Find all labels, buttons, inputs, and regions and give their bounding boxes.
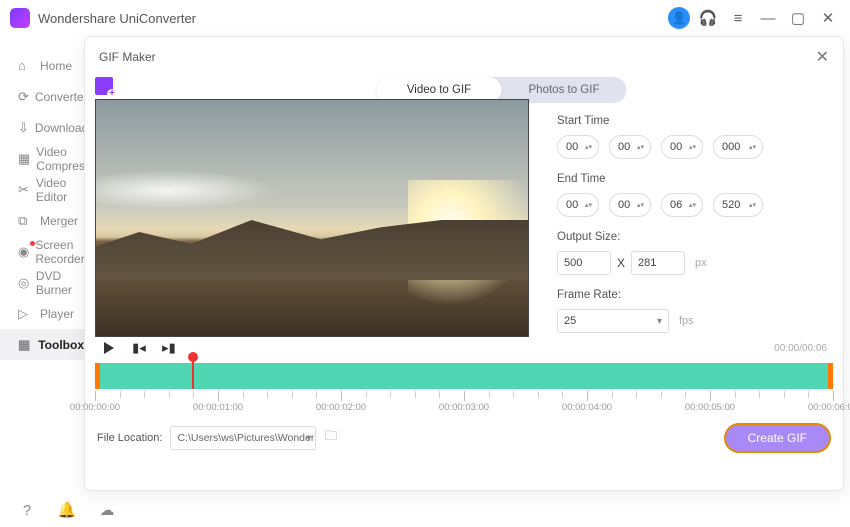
footer: ? 🔔 ☁ xyxy=(0,493,850,527)
stepper-arrows-icon[interactable]: ▴▾ xyxy=(585,136,595,158)
sidebar-item-merger[interactable]: ⧉ Merger xyxy=(0,205,84,236)
stepper-arrows-icon[interactable]: ▴▾ xyxy=(637,194,647,216)
stepper-arrows-icon[interactable]: ▴▾ xyxy=(689,194,699,216)
prev-frame-button[interactable]: ▮◂ xyxy=(131,340,147,356)
titlebar: Wondershare UniConverter 👤 🎧 ≡ — ▢ ✕ xyxy=(0,0,850,36)
video-preview[interactable] xyxy=(95,99,529,337)
sidebar-item-label: Home xyxy=(40,59,72,73)
sidebar-item-home[interactable]: ⌂ Home xyxy=(0,50,84,81)
compress-icon: ▦ xyxy=(18,151,30,167)
sidebar-item-recorder[interactable]: ◉ Screen Recorder xyxy=(0,236,84,267)
menu-icon[interactable]: ≡ xyxy=(726,6,750,30)
end-second-input[interactable]: 06▴▾ xyxy=(661,193,703,217)
download-icon: ⇩ xyxy=(18,120,29,136)
dialog-title: GIF Maker xyxy=(99,50,816,64)
stepper-arrows-icon[interactable]: ▴▾ xyxy=(749,194,759,216)
sidebar-item-label: DVD Burner xyxy=(36,269,84,297)
gif-maker-dialog: GIF Maker ✕ Video to GIF Photos to GIF S… xyxy=(84,36,844,491)
output-size-label: Output Size: xyxy=(557,231,833,243)
dialog-close-button[interactable]: ✕ xyxy=(816,47,829,67)
sidebar-item-compressor[interactable]: ▦Video Compressor xyxy=(0,143,84,174)
playback-time: 00:00/00:06 xyxy=(774,343,827,354)
cloud-icon[interactable]: ☁ xyxy=(96,501,118,519)
parameters-panel: Start Time 00▴▾ 00▴▾ 00▴▾ 000▴▾ End Time… xyxy=(529,77,833,337)
timeline-scale: 00:00:00:0000:00:01:0000:00:02:0000:00:0… xyxy=(95,391,833,417)
maximize-button[interactable]: ▢ xyxy=(786,6,810,30)
timeline-tick-label: 00:00:00:00 xyxy=(70,402,120,413)
output-width-input[interactable]: 500 xyxy=(557,251,611,275)
app-title: Wondershare UniConverter xyxy=(38,11,196,26)
end-ms-input[interactable]: 520▴▾ xyxy=(713,193,763,217)
start-time-label: Start Time xyxy=(557,115,833,127)
sidebar-item-player[interactable]: ▷ Player xyxy=(0,298,84,329)
start-second-input[interactable]: 00▴▾ xyxy=(661,135,703,159)
timeline-tick-label: 00:00:02:00 xyxy=(316,402,366,413)
frame-rate-select[interactable]: 25 xyxy=(557,309,669,333)
timeline[interactable]: 00:00:00:0000:00:01:0000:00:02:0000:00:0… xyxy=(95,363,833,417)
playhead[interactable] xyxy=(192,356,194,389)
scissors-icon: ✂ xyxy=(18,182,30,198)
toolbox-icon: ▦ xyxy=(18,337,32,353)
timeline-tick-label: 00:00:01:00 xyxy=(193,402,243,413)
end-minute-input[interactable]: 00▴▾ xyxy=(609,193,651,217)
help-icon[interactable]: ? xyxy=(16,502,38,519)
timeline-range[interactable] xyxy=(95,363,833,389)
playback-controls: ▮◂ ▸▮ 00:00/00:06 xyxy=(95,337,833,359)
stepper-arrows-icon[interactable]: ▴▾ xyxy=(637,136,647,158)
start-minute-input[interactable]: 00▴▾ xyxy=(609,135,651,159)
fps-unit: fps xyxy=(679,315,694,327)
home-icon: ⌂ xyxy=(18,58,34,73)
timeline-tick-label: 00:00:05:00 xyxy=(685,402,735,413)
add-media-button[interactable] xyxy=(95,77,113,95)
sidebar-item-downloader[interactable]: ⇩Downloader xyxy=(0,112,84,143)
close-button[interactable]: ✕ xyxy=(816,6,840,30)
sidebar-item-editor[interactable]: ✂ Video Editor xyxy=(0,174,84,205)
sidebar-item-label: Merger xyxy=(40,214,78,228)
bell-icon[interactable]: 🔔 xyxy=(56,501,78,519)
play-button[interactable] xyxy=(101,340,117,356)
output-height-input[interactable]: 281 xyxy=(631,251,685,275)
file-location-label: File Location: xyxy=(97,432,162,444)
size-unit: px xyxy=(695,257,707,269)
app-logo xyxy=(10,8,30,28)
create-gif-button[interactable]: Create GIF xyxy=(724,423,831,453)
merge-icon: ⧉ xyxy=(18,213,34,229)
stepper-arrows-icon[interactable]: ▴▾ xyxy=(749,136,759,158)
convert-icon: ⟳ xyxy=(18,89,29,105)
user-avatar-icon[interactable]: 👤 xyxy=(668,7,690,29)
sidebar: ⌂ Home ⟳Converter ⇩Downloader ▦Video Comp… xyxy=(0,36,84,493)
record-icon: ◉ xyxy=(18,244,29,260)
headset-icon[interactable]: 🎧 xyxy=(696,6,720,30)
start-ms-input[interactable]: 000▴▾ xyxy=(713,135,763,159)
stepper-arrows-icon[interactable]: ▴▾ xyxy=(585,194,595,216)
end-time-label: End Time xyxy=(557,173,833,185)
sidebar-item-converter[interactable]: ⟳Converter xyxy=(0,81,84,112)
stepper-arrows-icon[interactable]: ▴▾ xyxy=(689,136,699,158)
timeline-tick-label: 00:00:03:00 xyxy=(439,402,489,413)
open-folder-button[interactable]: 🗀 xyxy=(324,427,337,449)
play-icon xyxy=(104,342,114,354)
dialog-header: GIF Maker ✕ xyxy=(85,37,843,77)
size-separator: X xyxy=(617,256,625,270)
sidebar-item-dvd[interactable]: ◎ DVD Burner xyxy=(0,267,84,298)
start-hour-input[interactable]: 00▴▾ xyxy=(557,135,599,159)
frame-rate-label: Frame Rate: xyxy=(557,289,833,301)
sidebar-item-label: Converter xyxy=(35,90,88,104)
sidebar-item-label: Screen Recorder xyxy=(35,238,84,266)
sidebar-item-label: Video Editor xyxy=(36,176,84,204)
end-hour-input[interactable]: 00▴▾ xyxy=(557,193,599,217)
player-icon: ▷ xyxy=(18,306,34,322)
timeline-tick-label: 00:00:04:00 xyxy=(562,402,612,413)
sidebar-item-label: Player xyxy=(40,307,74,321)
sidebar-item-label: Toolbox xyxy=(38,338,84,352)
dvd-icon: ◎ xyxy=(18,275,30,291)
minimize-button[interactable]: — xyxy=(756,6,780,30)
file-location-select[interactable]: C:\Users\ws\Pictures\Wonders xyxy=(170,426,316,450)
next-frame-button[interactable]: ▸▮ xyxy=(161,340,177,356)
sidebar-item-toolbox[interactable]: ▦ Toolbox xyxy=(0,329,84,360)
timeline-tick-label: 00:00:06:00 xyxy=(808,402,850,413)
